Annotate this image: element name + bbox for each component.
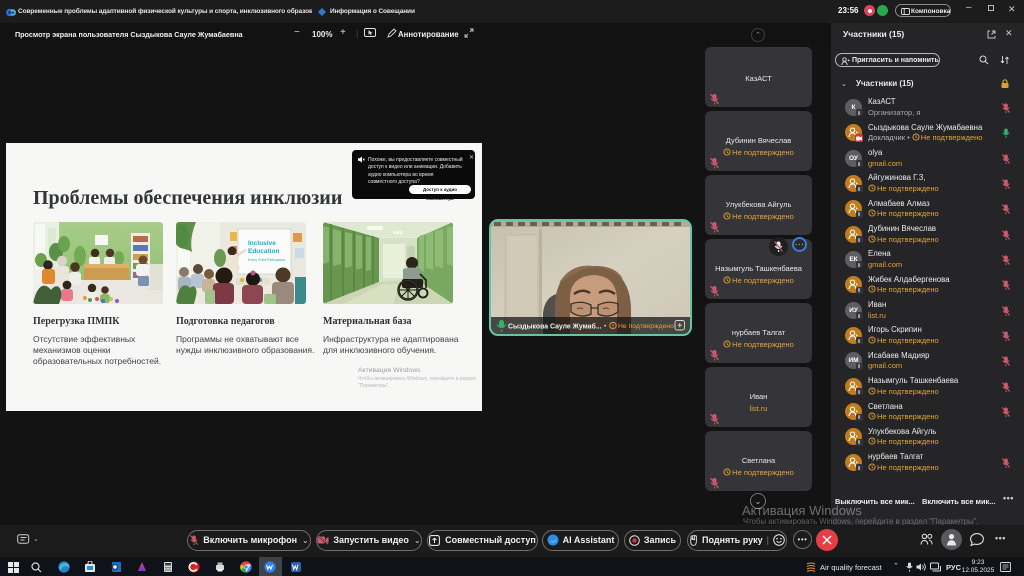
svg-text:Сыздыкова Сауле Жумаб...: Сыздыкова Сауле Жумаб...	[508, 323, 602, 331]
svg-text:Education: Education	[248, 248, 279, 255]
svg-text:Не подтверждено: Не подтверждено	[618, 323, 674, 330]
svg-text:Inclusive: Inclusive	[248, 240, 276, 247]
svg-text:Every Child Participates: Every Child Participates	[248, 258, 285, 262]
